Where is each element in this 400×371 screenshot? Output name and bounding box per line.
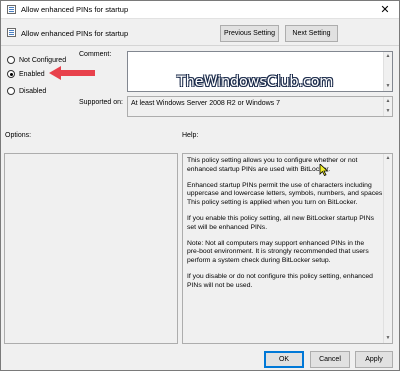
help-text: This policy setting allows you to config… [187, 157, 391, 298]
window-title: Allow enhanced PINs for startup [21, 5, 129, 14]
radio-not-configured-circle[interactable] [7, 56, 15, 64]
options-label: Options: [5, 132, 32, 139]
scroll-down-icon[interactable]: ▼ [384, 82, 392, 91]
apply-button[interactable]: Apply [355, 351, 393, 368]
radio-enabled-circle[interactable] [7, 70, 15, 78]
help-scrollbar[interactable]: ▲ ▼ [383, 154, 392, 343]
comment-label: Comment: [79, 51, 112, 58]
supported-on-field: At least Windows Server 2008 R2 or Windo… [127, 96, 393, 117]
help-label: Help: [182, 132, 199, 139]
supported-scrollbar[interactable]: ▲ ▼ [383, 97, 392, 116]
scroll-up-icon[interactable]: ▲ [384, 154, 392, 163]
policy-icon [7, 5, 16, 14]
options-pane [4, 153, 178, 344]
comment-scrollbar[interactable]: ▲ ▼ [383, 52, 392, 91]
supported-on-label: Supported on: [79, 99, 123, 106]
next-setting-button[interactable]: Next Setting [285, 25, 338, 42]
scroll-up-icon[interactable]: ▲ [384, 52, 392, 61]
policy-window: Allow enhanced PINs for startup ✕ Allow … [0, 0, 400, 371]
radio-disabled-label: Disabled [19, 87, 47, 95]
supported-on-value: At least Windows Server 2008 R2 or Windo… [131, 100, 281, 107]
title-bar[interactable]: Allow enhanced PINs for startup ✕ [1, 1, 399, 19]
close-icon[interactable]: ✕ [371, 1, 399, 19]
header-row: Allow enhanced PINs for startup Previous… [1, 20, 399, 46]
radio-enabled[interactable]: Enabled [7, 68, 45, 80]
help-paragraph: Enhanced startup PINs permit the use of … [187, 181, 385, 206]
mouse-cursor-icon [319, 164, 329, 176]
help-paragraph: Note: Not all computers may support enha… [187, 239, 369, 264]
ok-button[interactable]: OK [264, 351, 304, 368]
cancel-button[interactable]: Cancel [310, 351, 350, 368]
help-paragraph: If you enable this policy setting, all n… [187, 214, 375, 231]
help-paragraph: This policy setting allows you to config… [187, 157, 358, 173]
radio-enabled-label: Enabled [19, 70, 45, 78]
arrow-annotation-icon [49, 66, 95, 80]
help-pane: This policy setting allows you to config… [182, 153, 393, 344]
radio-disabled-circle[interactable] [7, 87, 15, 95]
help-paragraph: If you disable or do not configure this … [187, 272, 373, 289]
radio-disabled[interactable]: Disabled [7, 85, 46, 97]
radio-not-configured-label: Not Configured [19, 56, 67, 64]
policy-name: Allow enhanced PINs for startup [21, 29, 129, 38]
policy-icon [7, 28, 16, 37]
watermark-logo: TheWindowsClub.com [177, 74, 334, 90]
scroll-down-icon[interactable]: ▼ [384, 334, 392, 343]
scroll-down-icon[interactable]: ▼ [384, 107, 392, 116]
scroll-up-icon[interactable]: ▲ [384, 97, 392, 106]
previous-setting-button[interactable]: Previous Setting [220, 25, 279, 42]
